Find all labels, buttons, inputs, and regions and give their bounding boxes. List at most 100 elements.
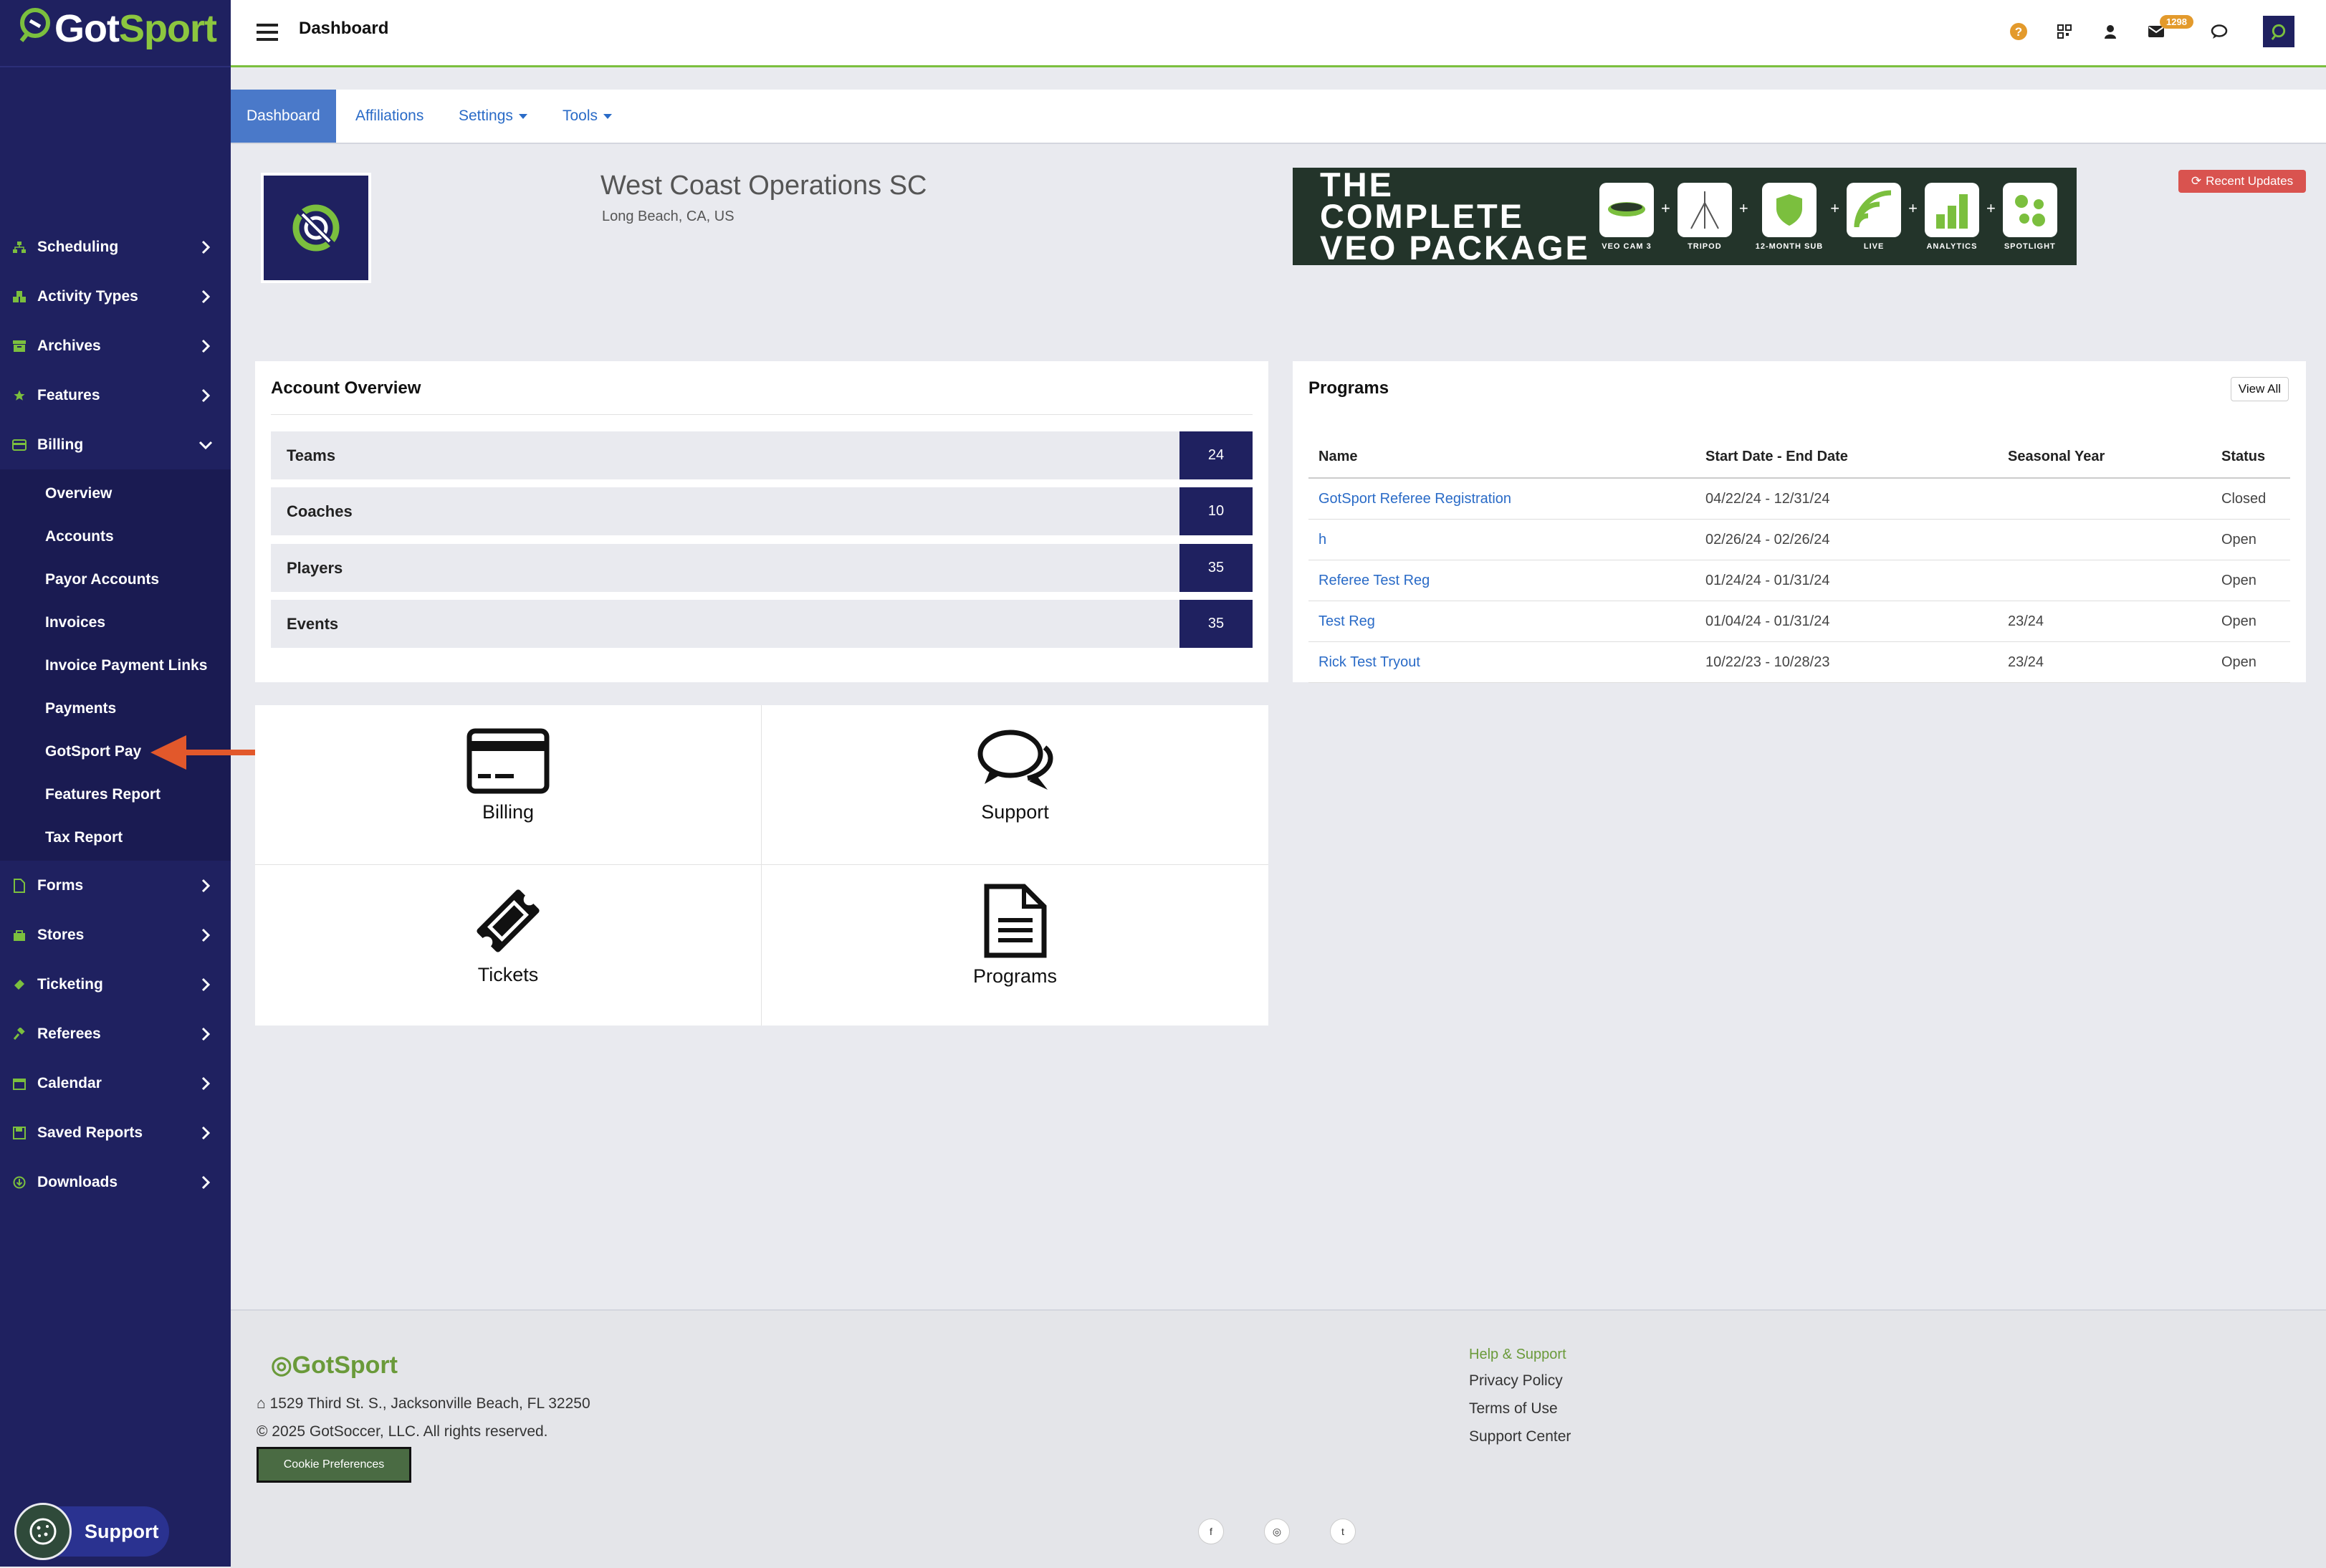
column-header-status[interactable]: Status	[2211, 436, 2290, 479]
sidebar-subitem-features-report[interactable]: Features Report	[0, 773, 231, 816]
program-status: Open	[2211, 641, 2290, 683]
gotsport-logo[interactable]: Got Sport	[19, 6, 217, 52]
banner-item-spotlight: SPOTLIGHT	[2002, 182, 2057, 251]
sidebar-item-referees[interactable]: Referees	[0, 1009, 231, 1058]
sidebar-item-label: Calendar	[37, 1074, 102, 1091]
tab-tools-label: Tools	[563, 107, 598, 124]
support-button[interactable]: Support	[14, 1503, 169, 1560]
logo-sport: Sport	[118, 7, 217, 50]
ticket-icon	[11, 977, 27, 993]
cookie-preferences-button[interactable]: Cookie Preferences	[257, 1447, 411, 1483]
svg-text:?: ?	[2015, 25, 2022, 39]
overview-label: Events	[287, 614, 339, 633]
program-status: Open	[2211, 560, 2290, 601]
overview-row-coaches[interactable]: Coaches 10	[271, 487, 1253, 535]
footer-link-terms-of-use[interactable]: Terms of Use	[1469, 1400, 1571, 1428]
sidebar-item-label: Referees	[37, 1025, 101, 1042]
sidebar-item-downloads[interactable]: Downloads	[0, 1157, 231, 1207]
sidebar-item-ticketing[interactable]: Ticketing	[0, 960, 231, 1009]
tab-dashboard[interactable]: Dashboard	[231, 90, 336, 143]
sidebar-subitem-accounts[interactable]: Accounts	[0, 515, 231, 558]
overview-count: 10	[1179, 487, 1253, 535]
sidebar-nav: Scheduling Activity Types Archives Featu…	[0, 222, 231, 1207]
tile-billing[interactable]: Billing	[255, 705, 762, 865]
tab-settings[interactable]: Settings	[459, 90, 527, 143]
program-name-link[interactable]: GotSport Referee Registration	[1308, 478, 1695, 520]
help-icon[interactable]: ?	[2009, 22, 2028, 41]
program-year	[1998, 560, 2211, 601]
twitter-icon[interactable]: t	[1330, 1519, 1356, 1544]
sidebar-item-activity-types[interactable]: Activity Types	[0, 272, 231, 321]
user-icon[interactable]	[2101, 22, 2120, 41]
tab-tools[interactable]: Tools	[563, 90, 613, 143]
sidebar-item-scheduling[interactable]: Scheduling	[0, 222, 231, 272]
overview-row-players[interactable]: Players 35	[271, 544, 1253, 592]
club-logo	[261, 173, 371, 283]
shopping-bag-icon	[11, 927, 27, 943]
sidebar-item-billing[interactable]: Billing	[0, 420, 231, 469]
chat-icon[interactable]	[2210, 22, 2229, 41]
sidebar-item-label: Activity Types	[37, 287, 138, 305]
footer-link-support-center[interactable]: Support Center	[1469, 1428, 1571, 1456]
sidebar-subitem-payor-accounts[interactable]: Payor Accounts	[0, 558, 231, 601]
program-name-link[interactable]: Rick Test Tryout	[1308, 641, 1695, 683]
tile-support[interactable]: Support	[762, 705, 1268, 865]
instagram-icon[interactable]: ◎	[1264, 1519, 1290, 1544]
sidebar-item-calendar[interactable]: Calendar	[0, 1058, 231, 1108]
club-avatar[interactable]	[2263, 16, 2294, 47]
home-icon: ⌂	[257, 1395, 270, 1412]
sidebar-item-forms[interactable]: Forms	[0, 861, 231, 910]
banner-title-line2: VEO PACKAGE	[1320, 229, 1590, 267]
spotlight-dots-icon	[2002, 182, 2057, 237]
program-name-link[interactable]: Referee Test Reg	[1308, 560, 1695, 601]
column-header-dates[interactable]: Start Date - End Date	[1695, 436, 1998, 479]
sidebar-item-archives[interactable]: Archives	[0, 321, 231, 371]
club-logo-mark-icon	[264, 176, 368, 280]
mail-icon[interactable]: 1298	[2147, 15, 2193, 41]
sidebar-subitem-tax-report[interactable]: Tax Report	[0, 816, 231, 859]
tripod-icon	[1677, 182, 1732, 237]
qr-code-icon[interactable]	[2055, 22, 2074, 41]
program-year: 23/24	[1998, 641, 2211, 683]
sidebar-subitem-payments[interactable]: Payments	[0, 687, 231, 730]
sidebar-subitem-invoice-payment-links[interactable]: Invoice Payment Links	[0, 644, 231, 687]
sidebar-item-saved-reports[interactable]: Saved Reports	[0, 1108, 231, 1157]
sidebar-item-label: Ticketing	[37, 975, 103, 993]
hamburger-menu-icon[interactable]	[257, 24, 278, 41]
tile-tickets[interactable]: Tickets	[255, 865, 762, 1026]
sidebar-item-stores[interactable]: Stores	[0, 910, 231, 960]
program-year	[1998, 519, 2211, 560]
chevron-right-icon	[201, 240, 211, 254]
overview-row-teams[interactable]: Teams 24	[271, 431, 1253, 479]
program-name-link[interactable]: h	[1308, 519, 1695, 560]
tab-affiliations[interactable]: Affiliations	[355, 90, 423, 143]
tile-programs[interactable]: Programs	[762, 865, 1268, 1026]
sidebar-item-features[interactable]: Features	[0, 371, 231, 420]
top-header: Dashboard ? 1298	[231, 0, 2326, 67]
footer-logo[interactable]: ◎GotSport	[271, 1351, 398, 1380]
recent-updates-label: Recent Updates	[2206, 174, 2294, 188]
facebook-icon[interactable]: f	[1198, 1519, 1224, 1544]
sidebar-item-label: Archives	[37, 337, 101, 354]
overview-row-events[interactable]: Events 35	[271, 600, 1253, 648]
column-header-seasonal-year[interactable]: Seasonal Year	[1998, 436, 2211, 479]
recent-updates-button[interactable]: ⟳ Recent Updates	[2178, 170, 2306, 193]
programs-title: Programs	[1308, 378, 1389, 398]
sidebar-subitem-invoices[interactable]: Invoices	[0, 601, 231, 644]
club-name: West Coast Operations SC	[600, 171, 927, 201]
overview-label: Coaches	[287, 502, 353, 520]
view-all-button[interactable]: View All	[2230, 377, 2289, 401]
banner-title-line1: THE COMPLETE	[1320, 166, 1525, 235]
live-signal-icon	[1847, 182, 1902, 237]
table-header-row: Name Start Date - End Date Seasonal Year…	[1308, 436, 2290, 479]
footer-link-privacy-policy[interactable]: Privacy Policy	[1469, 1372, 1571, 1400]
sidebar-item-label: Saved Reports	[37, 1124, 143, 1141]
caret-down-icon	[603, 113, 613, 119]
footer-logo-mark-icon: ◎	[271, 1352, 292, 1379]
footer-link-help-support[interactable]: Help & Support	[1469, 1347, 1571, 1372]
sidebar-subitem-overview[interactable]: Overview	[0, 472, 231, 515]
program-name-link[interactable]: Test Reg	[1308, 601, 1695, 642]
column-header-name[interactable]: Name	[1308, 436, 1695, 479]
cookie-icon[interactable]	[14, 1503, 72, 1560]
veo-ad-banner[interactable]: THE COMPLETE VEO PACKAGE VEO CAM 3 + TRI…	[1293, 168, 2077, 265]
